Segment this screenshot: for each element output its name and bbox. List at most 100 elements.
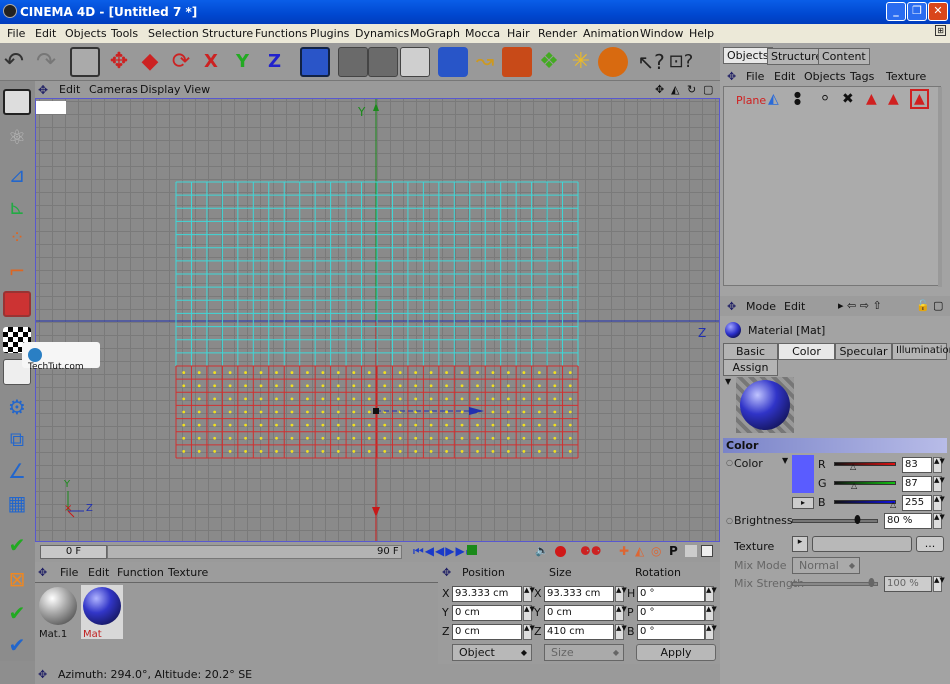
material-swatch-mat1[interactable]: Mat.1 [37, 585, 79, 640]
attr-lock-icon[interactable]: 🔓 [916, 299, 930, 312]
attributes-pin-icon[interactable]: ✥ [727, 300, 736, 313]
polygons-mode-icon[interactable] [3, 291, 31, 317]
z-axis-lock-icon[interactable]: Z [268, 47, 298, 77]
size-z-spin[interactable]: ▲▼ [615, 624, 627, 640]
nurbs-icon[interactable] [502, 47, 532, 77]
make-editable-icon[interactable]: ⚛ [3, 125, 31, 151]
array-icon[interactable]: ❖ [534, 47, 564, 77]
coord-mode-dropdown[interactable]: Object ◆ [452, 644, 532, 661]
obj-menu-tags[interactable]: Tags [850, 70, 874, 83]
menu-dynamics[interactable]: Dynamics [355, 27, 409, 40]
cube-object-icon[interactable] [438, 47, 468, 77]
record-icon[interactable] [555, 546, 566, 557]
menu-functions[interactable]: Functions [255, 27, 308, 40]
attr-menu-mode[interactable]: Mode [746, 300, 776, 313]
brightness-field[interactable]: 80 % [884, 513, 932, 529]
pos-z-spin[interactable]: ▲▼ [523, 624, 535, 640]
light-icon[interactable]: ✳ [566, 47, 596, 77]
menu-animation[interactable]: Animation [583, 27, 639, 40]
objects-pin-icon[interactable]: ✥ [727, 70, 736, 83]
apply-button[interactable]: Apply [636, 644, 716, 661]
mix-strength-spin[interactable]: ▲▼ [933, 576, 945, 592]
mix-mode-dropdown[interactable]: Normal ◆ [792, 557, 860, 574]
sound-icon[interactable]: 🔈 [535, 544, 549, 557]
mat-menu-texture[interactable]: Texture [168, 566, 208, 579]
edges-mode-icon[interactable]: ⌐ [3, 259, 31, 285]
stop-button[interactable] [467, 545, 477, 555]
spline-icon[interactable]: ↝ [470, 47, 500, 77]
viewport-menu-cameras[interactable]: Cameras [89, 83, 138, 96]
attr-tab-basic[interactable]: Basic [723, 343, 778, 360]
attr-tab-illumination[interactable]: Illumination [892, 343, 950, 360]
move-icon[interactable]: ✥ [104, 47, 134, 77]
render-view-icon[interactable] [338, 47, 368, 77]
rot-h-field[interactable]: 0 ° [637, 586, 705, 602]
menu-mocca[interactable]: Mocca [465, 27, 500, 40]
attr-tab-assign[interactable]: Assign [723, 359, 778, 376]
menu-edit[interactable]: Edit [35, 27, 56, 40]
viewport-maximize-icon[interactable]: ▢ [703, 83, 713, 96]
selection-tag-icon-1[interactable]: ▲ [866, 91, 877, 107]
viewport-menu-display[interactable]: Display [140, 83, 181, 96]
attr-nav-icons[interactable]: ▸ ⇦ ⇨ ⇧ [838, 299, 882, 312]
color-expand-button[interactable]: ▸ [792, 497, 814, 509]
color-anim-dot[interactable]: ○ [726, 458, 733, 467]
coordinate-system-icon[interactable] [300, 47, 330, 77]
brightness-slider-thumb[interactable]: ⬮ [854, 513, 861, 527]
help-pointer-icon[interactable]: ↖? [636, 47, 666, 77]
g-slider[interactable] [834, 481, 896, 485]
menu-file[interactable]: File [7, 27, 25, 40]
r-slider[interactable] [834, 462, 896, 466]
mat-menu-file[interactable]: File [60, 566, 78, 579]
rot-h-spin[interactable]: ▲▼ [705, 586, 717, 602]
preview-collapse-icon[interactable]: ▼ [725, 377, 731, 386]
size-mode-dropdown[interactable]: Size ◆ [544, 644, 624, 661]
y-axis-lock-icon[interactable]: Y [236, 47, 266, 77]
mix-strength-slider[interactable] [792, 582, 878, 586]
b-field[interactable]: 255 [902, 495, 932, 511]
texture-tag-icon[interactable]: ✖ [842, 91, 854, 107]
menu-plugins[interactable]: Plugins [310, 27, 349, 40]
obj-menu-file[interactable]: File [746, 70, 764, 83]
r-slider-thumb[interactable]: △ [850, 462, 856, 471]
color-swatch[interactable] [792, 455, 814, 493]
pos-y-spin[interactable]: ▲▼ [523, 605, 535, 621]
b-slider-thumb[interactable]: △ [890, 500, 896, 509]
material-manager-pin-icon[interactable]: ✥ [38, 566, 47, 579]
undo-icon[interactable]: ↶ [4, 47, 34, 77]
autokey-icon[interactable]: ⚈⚈ [580, 544, 602, 558]
obj-menu-texture[interactable]: Texture [886, 70, 926, 83]
menu-render[interactable]: Render [538, 27, 577, 40]
size-y-spin[interactable]: ▲▼ [615, 605, 627, 621]
attr-new-panel-icon[interactable]: ▢ [933, 299, 943, 312]
tweak-mode-icon[interactable]: ∠ [3, 459, 31, 485]
size-x-spin[interactable]: ▲▼ [615, 586, 627, 602]
deformer-icon[interactable] [598, 47, 628, 77]
rot-b-spin[interactable]: ▲▼ [705, 624, 717, 640]
tab-content[interactable]: Content [818, 48, 870, 65]
texture-arrow-button[interactable]: ▸ [792, 536, 808, 552]
menu-mograph[interactable]: MoGraph [410, 27, 460, 40]
object-row-plane[interactable]: Plane ◭ ● ● ⚪ ✖ ▲ ▲ ▲ [724, 89, 942, 109]
rot-p-spin[interactable]: ▲▼ [705, 605, 717, 621]
viewport-zoom-icon[interactable]: ◭ [671, 83, 679, 96]
layout-icon[interactable] [3, 89, 31, 115]
b-spin[interactable]: ▲▼ [933, 495, 945, 511]
pos-y-field[interactable]: 0 cm [452, 605, 522, 621]
scale-icon[interactable]: ◆ [135, 47, 165, 77]
mix-strength-field[interactable]: 100 % [884, 576, 932, 592]
current-frame-slider[interactable]: 0 F [40, 545, 107, 559]
keyframe-pos-icon[interactable]: ✚ [619, 544, 629, 558]
selection-tag-icon-2[interactable]: ▲ [888, 91, 899, 107]
obj-menu-objects[interactable]: Objects [804, 70, 846, 83]
attr-tab-color[interactable]: Color [778, 343, 835, 360]
coord-pin-icon[interactable]: ✥ [442, 566, 451, 579]
g-spin[interactable]: ▲▼ [933, 476, 945, 492]
snap-icon[interactable]: ⊠ [3, 567, 31, 593]
menu-tools[interactable]: Tools [111, 27, 138, 40]
pos-z-field[interactable]: 0 cm [452, 624, 522, 640]
brightness-anim-dot[interactable]: ○ [726, 516, 733, 525]
viewport-move-icon[interactable]: ✥ [655, 83, 664, 96]
b-slider[interactable] [834, 500, 896, 504]
minimize-button[interactable]: _ [886, 2, 906, 21]
